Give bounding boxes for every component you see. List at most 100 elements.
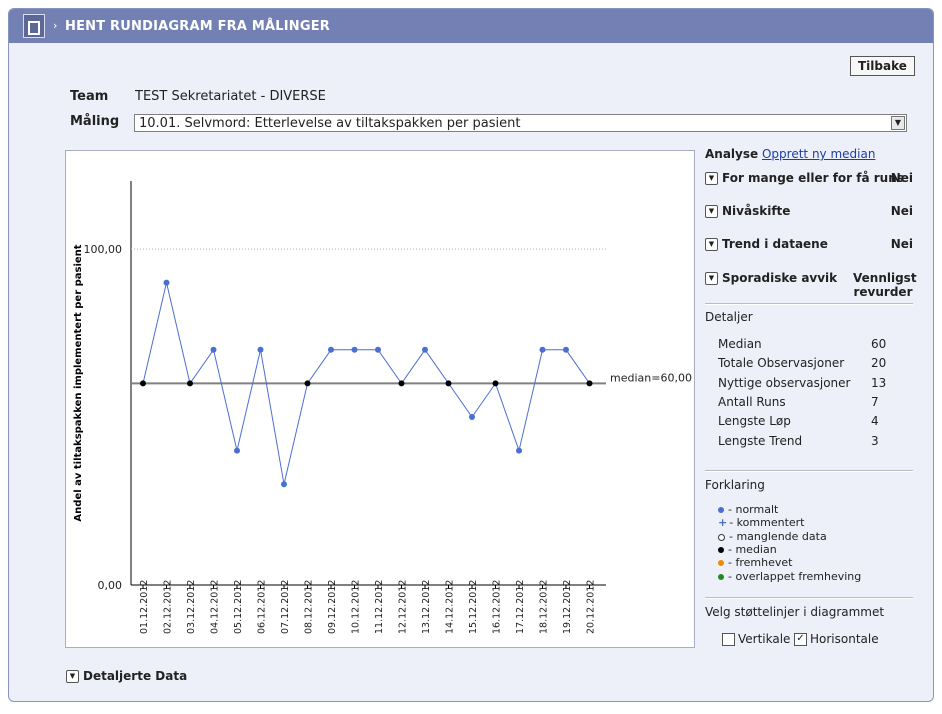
new-median-link[interactable]: Opprett ny median (762, 147, 875, 161)
analysis-item-sporadic[interactable]: ▼ Sporadiske avvik Vennligst revurder (705, 271, 917, 299)
legend-item: - normalt (718, 503, 778, 516)
legend-item-label: - manglende data (729, 530, 827, 543)
x-tick-label: 10.12.2012 (351, 580, 362, 634)
x-tick-label: 16.12.2012 (492, 580, 503, 634)
details-value: 20 (871, 356, 887, 370)
details-label: Totale Observasjoner (718, 356, 845, 370)
data-point (492, 380, 499, 387)
chevron-down-icon[interactable]: ▼ (705, 172, 718, 185)
y-tick-label: 100,00 (84, 243, 123, 256)
horizontal-lines-label: Horisontale (810, 632, 879, 646)
data-point (210, 346, 217, 353)
data-point (539, 346, 546, 353)
blue-dot-icon (718, 507, 724, 513)
details-value: 3 (871, 434, 879, 448)
legend-item: - overlappet fremheving (718, 570, 861, 583)
orange-dot-icon (718, 560, 724, 566)
divider (705, 597, 913, 599)
details-value: 4 (871, 414, 879, 428)
x-tick-label: 09.12.2012 (327, 580, 338, 634)
data-point (398, 380, 405, 387)
x-tick-label: 05.12.2012 (233, 580, 244, 634)
chevron-down-icon[interactable]: ▼ (891, 116, 905, 130)
analysis-item-label: Trend i dataene (722, 237, 828, 251)
legend-item-label: - kommentert (729, 516, 805, 529)
team-label: Team (70, 89, 109, 104)
building-icon (23, 14, 45, 38)
chart-container: Andel av tiltakspakken implementert per … (65, 150, 695, 648)
x-tick-label: 18.12.2012 (539, 580, 550, 634)
green-dot-icon (718, 574, 724, 580)
data-point (304, 380, 311, 387)
x-tick-label: 14.12.2012 (445, 580, 456, 634)
vertical-lines-label: Vertikale (738, 632, 791, 646)
analysis-item-label: For mange eller for få runs (722, 171, 904, 185)
run-chart: Andel av tiltakspakken implementert per … (73, 181, 692, 634)
data-point (445, 380, 452, 387)
legend-item: - manglende data (718, 530, 827, 543)
page-title: HENT RUNDIAGRAM FRA MÅLINGER (65, 19, 331, 34)
data-point (563, 346, 569, 353)
support-lines-heading: Velg støttelinjer i diagrammet (705, 605, 885, 619)
x-tick-label: 01.12.2012 (139, 580, 150, 634)
analysis-item-level-shift[interactable]: ▼ Nivåskifte Nei (705, 204, 913, 218)
details-value: 7 (871, 395, 879, 409)
x-tick-label: 13.12.2012 (421, 580, 432, 634)
data-point (351, 346, 358, 353)
data-point (281, 481, 287, 488)
breadcrumb-arrow-icon: › (53, 19, 58, 32)
data-point (140, 380, 146, 387)
data-point (257, 346, 264, 353)
details-heading: Detaljer (705, 310, 753, 324)
x-tick-label: 11.12.2012 (374, 580, 385, 634)
x-tick-label: 07.12.2012 (280, 580, 291, 634)
y-tick-label: 0,00 (98, 579, 123, 592)
measure-select[interactable]: 10.01. Selvmord: Etterlevelse av tiltaks… (134, 114, 907, 132)
legend-item: + - kommentert (718, 516, 804, 529)
details-value: 60 (871, 337, 887, 351)
median-label: median=60,00 (610, 371, 692, 384)
analysis-heading: Analyse (705, 147, 759, 161)
analysis-heading-row: Analyse Opprett ny median (705, 147, 875, 161)
x-tick-label: 17.12.2012 (515, 580, 526, 634)
analysis-item-label: Sporadiske avvik (722, 271, 838, 285)
details-label: Lengste Trend (718, 434, 803, 448)
details-label: Antall Runs (718, 395, 786, 409)
details-label: Median (718, 337, 762, 351)
x-tick-label: 20.12.2012 (586, 580, 597, 634)
data-point (375, 346, 381, 353)
details-label: Lengste Løp (718, 414, 791, 428)
chevron-down-icon[interactable]: ▼ (705, 272, 718, 285)
chevron-down-icon[interactable]: ▼ (705, 238, 718, 251)
horizontal-lines-checkbox[interactable]: ✓ (794, 633, 807, 646)
detailed-data-toggle[interactable]: ▼ Detaljerte Data (66, 669, 187, 683)
vertical-lines-option[interactable]: Vertikale (722, 632, 790, 646)
vertical-lines-checkbox[interactable] (722, 633, 735, 646)
analysis-item-trend[interactable]: ▼ Trend i dataene Nei (705, 237, 913, 251)
data-point (328, 346, 334, 353)
title-bar: › HENT RUNDIAGRAM FRA MÅLINGER (9, 9, 933, 43)
team-value: TEST Sekretariatet - DIVERSE (135, 89, 326, 104)
horizontal-lines-option[interactable]: ✓ Horisontale (794, 632, 879, 646)
x-tick-label: 15.12.2012 (468, 580, 479, 634)
data-point (163, 279, 170, 286)
x-tick-label: 12.12.2012 (398, 580, 409, 634)
data-point (586, 380, 593, 387)
x-tick-label: 03.12.2012 (186, 580, 197, 634)
legend-item-label: - normalt (728, 503, 779, 516)
data-point (187, 380, 193, 387)
analysis-item-value: Nei (890, 171, 913, 185)
chevron-down-icon[interactable]: ▼ (66, 670, 79, 683)
details-label: Nyttige observasjoner (718, 376, 851, 390)
legend-item-label: - median (728, 543, 777, 556)
data-point (422, 346, 428, 353)
x-tick-label: 19.12.2012 (562, 580, 573, 634)
back-button[interactable]: Tilbake (850, 56, 915, 76)
divider (705, 470, 913, 472)
legend-item: - median (718, 543, 777, 556)
x-tick-label: 02.12.2012 (163, 580, 174, 634)
analysis-item-runs[interactable]: ▼ For mange eller for få runs Nei (705, 171, 913, 185)
data-point (469, 414, 475, 420)
x-tick-label: 06.12.2012 (257, 580, 268, 634)
chevron-down-icon[interactable]: ▼ (705, 205, 718, 218)
